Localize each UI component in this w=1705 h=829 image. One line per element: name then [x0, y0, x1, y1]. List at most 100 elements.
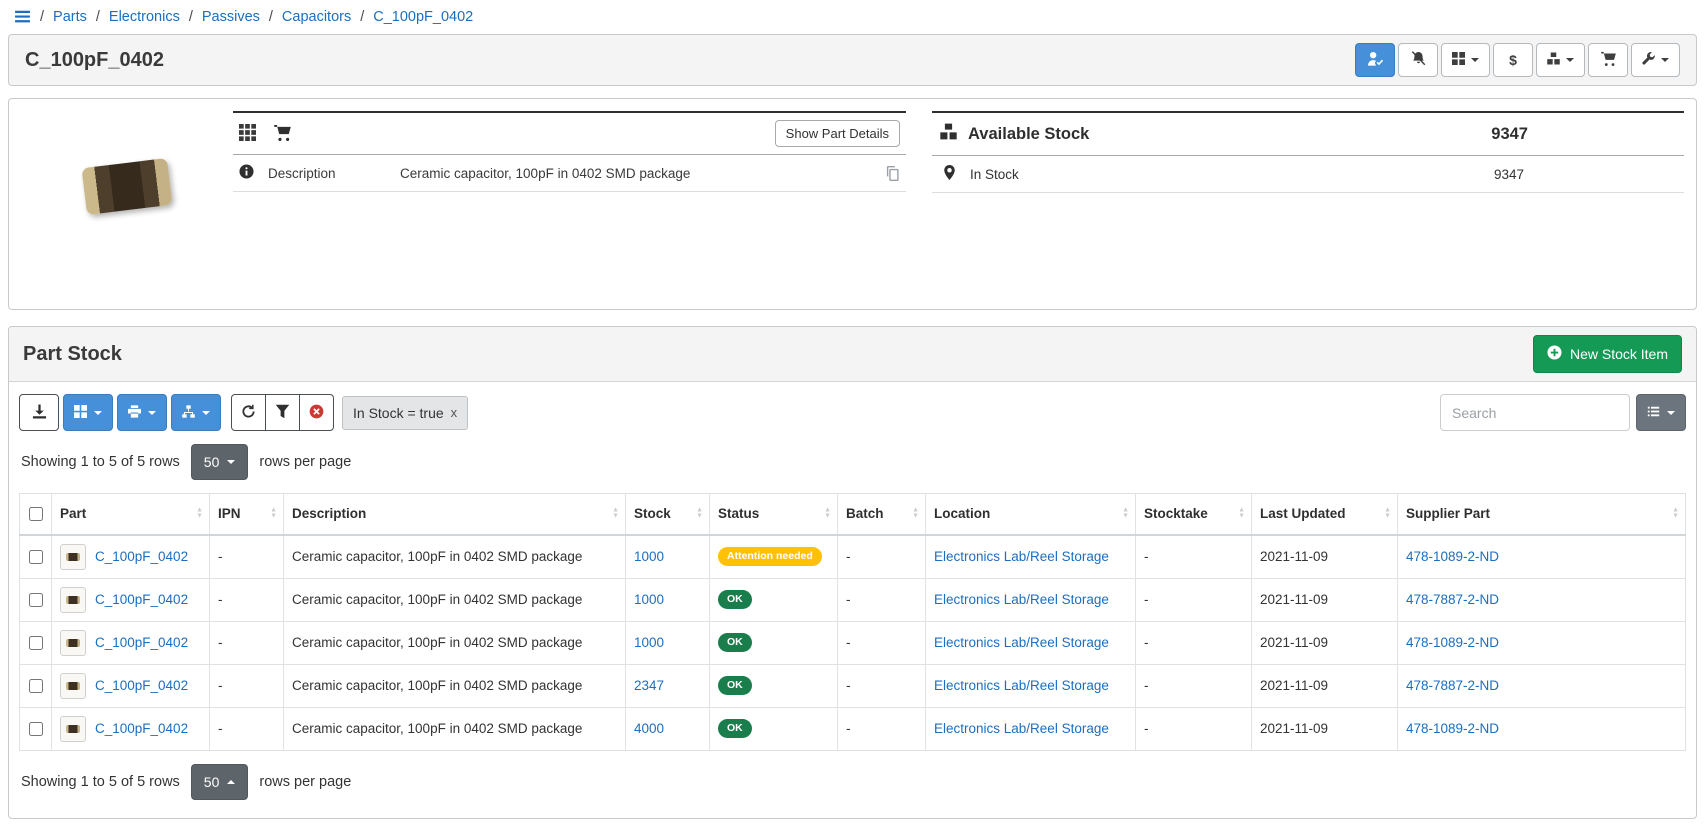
row-checkbox[interactable] [29, 679, 43, 693]
location-link[interactable]: Electronics Lab/Reel Storage [934, 721, 1109, 736]
chevron-down-icon [148, 411, 156, 415]
part-link[interactable]: C_100pF_0402 [95, 549, 188, 564]
breadcrumb-link-passives[interactable]: Passives [202, 9, 260, 25]
copy-icon[interactable] [885, 166, 900, 181]
user-check-icon [1368, 51, 1383, 69]
available-stock-panel: Available Stock 9347 In Stock 9347 [932, 111, 1684, 193]
part-details-section: Show Part Details Description Ceramic ca… [233, 111, 906, 192]
table-row[interactable]: C_100pF_0402 - Ceramic capacitor, 100pF … [20, 664, 1686, 707]
column-header-part[interactable]: Part▲▼ [52, 494, 210, 535]
column-header-description[interactable]: Description▲▼ [284, 494, 626, 535]
column-header-location[interactable]: Location▲▼ [926, 494, 1136, 535]
row-checkbox[interactable] [29, 722, 43, 736]
table-row[interactable]: C_100pF_0402 - Ceramic capacitor, 100pF … [20, 707, 1686, 750]
part-link[interactable]: C_100pF_0402 [95, 635, 188, 650]
part-image[interactable] [21, 111, 233, 210]
breadcrumb-link-parts[interactable]: Parts [53, 9, 87, 25]
location-pin-icon [942, 165, 957, 183]
location-cell: Electronics Lab/Reel Storage [926, 621, 1136, 664]
stock-options-dropdown-button[interactable] [171, 394, 221, 431]
column-header-batch[interactable]: Batch▲▼ [838, 494, 926, 535]
download-table-button[interactable] [19, 394, 59, 431]
print-dropdown-button[interactable] [117, 394, 167, 431]
breadcrumb: / Parts / Electronics / Passives / Capac… [0, 0, 1705, 32]
ipn-cell: - [210, 664, 284, 707]
stock-cell: 2347 [626, 664, 710, 707]
page-size-dropdown[interactable]: 50 [191, 764, 249, 800]
row-checkbox[interactable] [29, 550, 43, 564]
ipn-cell: - [210, 707, 284, 750]
remove-filter-icon [309, 404, 324, 422]
part-link[interactable]: C_100pF_0402 [95, 678, 188, 693]
stock-link[interactable]: 4000 [634, 721, 664, 736]
refresh-table-button[interactable] [231, 394, 266, 431]
boxes-icon [1547, 52, 1560, 68]
part-link[interactable]: C_100pF_0402 [95, 721, 188, 736]
clear-filters-button[interactable] [299, 394, 334, 431]
wrench-icon [1642, 52, 1655, 68]
barcode-actions-button[interactable] [1441, 43, 1490, 77]
table-row[interactable]: C_100pF_0402 - Ceramic capacitor, 100pF … [20, 535, 1686, 579]
column-header-stock[interactable]: Stock▲▼ [626, 494, 710, 535]
part-cell: C_100pF_0402 [52, 578, 210, 621]
order-part-button[interactable] [1588, 43, 1628, 77]
column-header-stocktake[interactable]: Stocktake▲▼ [1136, 494, 1252, 535]
stock-link[interactable]: 1000 [634, 549, 664, 564]
column-header-status[interactable]: Status▲▼ [710, 494, 838, 535]
available-stock-title: Available Stock [968, 125, 1089, 144]
stock-link[interactable]: 2347 [634, 678, 664, 693]
stock-actions-button[interactable] [1536, 43, 1585, 77]
location-link[interactable]: Electronics Lab/Reel Storage [934, 635, 1109, 650]
part-options-button[interactable] [1631, 43, 1680, 77]
row-checkbox[interactable] [29, 593, 43, 607]
batch-cell: - [838, 664, 926, 707]
part-cell: C_100pF_0402 [52, 707, 210, 750]
status-badge: OK [718, 719, 752, 738]
column-header-ipn[interactable]: IPN▲▼ [210, 494, 284, 535]
status-badge: OK [718, 676, 752, 695]
sort-icon: ▲▼ [824, 507, 831, 520]
supplier-part-link[interactable]: 478-7887-2-ND [1406, 592, 1499, 607]
location-link[interactable]: Electronics Lab/Reel Storage [934, 678, 1109, 693]
stock-cell: 1000 [626, 621, 710, 664]
part-cell: C_100pF_0402 [52, 621, 210, 664]
table-view-dropdown-button[interactable] [1636, 394, 1686, 431]
page-size-dropdown[interactable]: 50 [191, 444, 249, 480]
location-link[interactable]: Electronics Lab/Reel Storage [934, 549, 1109, 564]
search-input[interactable] [1440, 394, 1630, 431]
part-link[interactable]: C_100pF_0402 [95, 592, 188, 607]
barcode-dropdown-button[interactable] [63, 394, 113, 431]
ipn-cell: - [210, 621, 284, 664]
stock-link[interactable]: 1000 [634, 635, 664, 650]
pricing-button[interactable]: $ [1493, 43, 1533, 77]
row-select-cell [20, 621, 52, 664]
chevron-down-icon [1661, 58, 1669, 62]
new-stock-item-button[interactable]: New Stock Item [1533, 335, 1682, 373]
subscribed-button[interactable] [1355, 43, 1395, 77]
add-filter-button[interactable] [265, 394, 300, 431]
breadcrumb-link-current-part[interactable]: C_100pF_0402 [373, 9, 473, 25]
chevron-down-icon [202, 411, 210, 415]
select-all-checkbox[interactable] [29, 507, 43, 521]
remove-filter-x[interactable]: x [451, 405, 458, 420]
supplier-part-link[interactable]: 478-1089-2-ND [1406, 549, 1499, 564]
rows-per-page-text: rows per page [259, 774, 351, 790]
table-row[interactable]: C_100pF_0402 - Ceramic capacitor, 100pF … [20, 578, 1686, 621]
breadcrumb-link-electronics[interactable]: Electronics [109, 9, 180, 25]
part-thumbnail [60, 673, 86, 699]
notifications-off-button[interactable] [1398, 43, 1438, 77]
breadcrumb-link-capacitors[interactable]: Capacitors [282, 9, 351, 25]
column-header-last-updated[interactable]: Last Updated▲▼ [1252, 494, 1398, 535]
row-checkbox[interactable] [29, 636, 43, 650]
ipn-cell: - [210, 578, 284, 621]
stock-link[interactable]: 1000 [634, 592, 664, 607]
supplier-part-link[interactable]: 478-1089-2-ND [1406, 635, 1499, 650]
category-grid-icon [239, 124, 256, 144]
supplier-part-link[interactable]: 478-1089-2-ND [1406, 721, 1499, 736]
menu-icon[interactable] [14, 8, 31, 25]
show-part-details-button[interactable]: Show Part Details [775, 120, 900, 147]
supplier-part-link[interactable]: 478-7887-2-ND [1406, 678, 1499, 693]
column-header-supplier-part[interactable]: Supplier Part▲▼ [1398, 494, 1686, 535]
location-link[interactable]: Electronics Lab/Reel Storage [934, 592, 1109, 607]
table-row[interactable]: C_100pF_0402 - Ceramic capacitor, 100pF … [20, 621, 1686, 664]
